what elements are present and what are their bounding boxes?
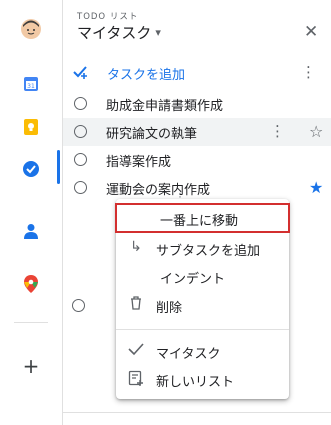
task-title: 助成金申請書類作成 xyxy=(106,99,224,114)
keep-icon[interactable] xyxy=(19,115,43,139)
list-title: マイタスク xyxy=(77,24,152,42)
panel-subtitle: TODO リスト xyxy=(77,12,139,22)
check-icon xyxy=(128,342,144,358)
list-selector[interactable]: マイタスク ▾ xyxy=(77,22,161,43)
plus-icon[interactable]: + xyxy=(19,354,43,378)
task-row[interactable]: 研究論文の執筆 ⋮ ☆ xyxy=(63,118,331,146)
complete-checkbox[interactable] xyxy=(74,181,87,194)
side-rail: 31 + xyxy=(0,0,63,425)
complete-checkbox[interactable] xyxy=(74,125,87,138)
menu-divider xyxy=(116,329,289,330)
complete-checkbox[interactable] xyxy=(74,97,87,110)
tasks-icon[interactable] xyxy=(19,157,43,181)
star-icon[interactable]: ☆ xyxy=(309,122,323,141)
menu-item-label: 削除 xyxy=(156,301,183,316)
menu-item-list-my-tasks[interactable]: マイタスク xyxy=(116,337,289,365)
avatar[interactable] xyxy=(19,17,43,41)
menu-item-move-to-top[interactable]: 一番上に移動 xyxy=(115,203,290,233)
panel-bottom-border xyxy=(63,412,331,413)
maps-icon[interactable] xyxy=(19,272,43,296)
menu-item-indent[interactable]: インデント xyxy=(116,262,289,290)
subtask-icon: ↳ xyxy=(130,239,142,255)
calendar-icon[interactable]: 31 xyxy=(19,72,43,96)
close-icon[interactable]: ✕ xyxy=(304,22,318,42)
chevron-down-icon: ▾ xyxy=(155,26,161,39)
menu-item-label: サブタスクを追加 xyxy=(156,244,261,259)
star-icon[interactable]: ★ xyxy=(309,178,323,197)
menu-item-add-subtask[interactable]: ↳ サブタスクを追加 xyxy=(116,234,289,262)
task-row[interactable]: 指導案作成 xyxy=(63,146,331,174)
menu-item-label: 一番上に移動 xyxy=(160,214,239,229)
contacts-icon[interactable] xyxy=(19,219,43,243)
add-task-label: タスクを追加 xyxy=(107,68,186,83)
task-title: 研究論文の執筆 xyxy=(106,127,198,142)
task-title: 運動会の案内作成 xyxy=(106,183,211,198)
task-row[interactable]: 助成金申請書類作成 xyxy=(63,90,331,118)
menu-item-new-list[interactable]: 新しいリスト xyxy=(116,365,289,393)
trash-icon xyxy=(128,296,144,312)
svg-text:31: 31 xyxy=(27,83,35,90)
menu-item-delete[interactable]: 削除 xyxy=(116,291,289,319)
selected-indicator xyxy=(57,150,60,184)
task-row[interactable]: 運動会の案内作成 ★ xyxy=(63,174,331,202)
task-context-menu: 一番上に移動 ↳ サブタスクを追加 インデント 削除 マイタスク 新しいリスト xyxy=(115,199,290,399)
add-task-icon xyxy=(71,63,89,85)
complete-checkbox[interactable] xyxy=(74,153,87,166)
task-title: 指導案作成 xyxy=(106,155,172,170)
menu-item-label: インデント xyxy=(160,272,226,287)
new-list-icon xyxy=(128,370,144,386)
complete-checkbox[interactable] xyxy=(72,299,85,312)
menu-item-label: マイタスク xyxy=(156,347,221,362)
task-options-icon[interactable]: ⋮ xyxy=(270,122,285,140)
add-task-button[interactable]: タスクを追加 ⋮ xyxy=(63,58,331,86)
rail-divider xyxy=(14,322,48,323)
menu-item-label: 新しいリスト xyxy=(156,375,235,390)
more-options-icon[interactable]: ⋮ xyxy=(301,63,316,81)
